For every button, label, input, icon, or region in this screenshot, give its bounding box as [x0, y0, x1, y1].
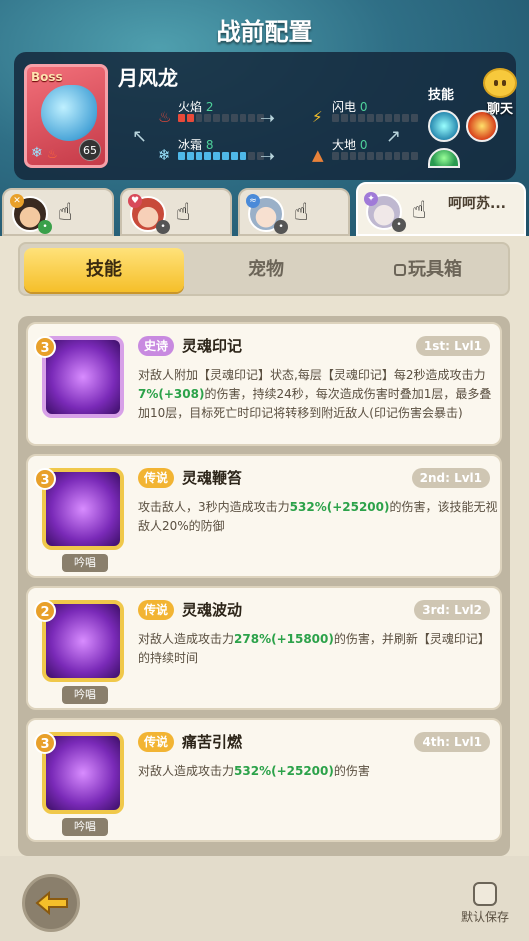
skill-level-badge: 3: [34, 732, 56, 754]
skill-level-badge: 2: [34, 600, 56, 622]
skill-card-2[interactable]: 3 吟唱 传说 灵魂鞭笞 2nd: Lvl1 攻击敌人，3秒内造成攻击力532%…: [26, 454, 502, 578]
status-badge-icon: •: [38, 220, 52, 234]
skill-level-badge: 3: [34, 468, 56, 490]
skill-name: 灵魂印记: [182, 337, 243, 355]
skill-list[interactable]: 3 史诗 灵魂印记 1st: Lvl1 对敌人附加【灵魂印记】状态,每层【灵魂印…: [18, 316, 510, 856]
boss-panel: Boss ❄ ♨ 65 月风龙 ♨ 火焰 2 ⚡ 闪电 0 ❄ 冰霜 8 ▲ 大…: [14, 52, 516, 180]
spirit-badge-icon: ✦: [364, 192, 378, 206]
boss-tag: Boss: [31, 70, 63, 84]
boss-skills-label: 技能: [428, 88, 455, 103]
checkbox[interactable]: [473, 882, 497, 906]
team-selector: ✕ • ☝ ♥ • ☝ ≈ • ☝ ✦ • ☝ 呵呵苏...: [0, 182, 529, 236]
boss-skill-icon-1[interactable]: [428, 110, 460, 142]
skill-slot: 4th: Lvl1: [414, 732, 490, 752]
frost-icon: ❄: [158, 146, 171, 164]
boss-skill-icon-3[interactable]: [428, 148, 460, 168]
boss-portrait[interactable]: Boss ❄ ♨ 65: [24, 64, 108, 168]
lock-icon: [394, 264, 406, 276]
tab-toybox[interactable]: 玩具箱: [348, 248, 508, 292]
rarity-tag: 传说: [138, 468, 175, 488]
smiley-icon: [483, 68, 517, 98]
hand-pointer-icon: ☝: [58, 198, 73, 226]
hand-pointer-icon: ☝: [412, 196, 427, 224]
chant-tag: 吟唱: [62, 818, 108, 836]
status-badge-icon: •: [156, 220, 170, 234]
skill-description: 对敌人造成攻击力532%(+25200)的伤害: [138, 764, 370, 778]
back-arrow-icon: [35, 891, 68, 915]
skill-description: 对敌人附加【灵魂印记】状态,每层【灵魂印记】每2秒造成攻击力7%(+308)的伤…: [138, 368, 492, 420]
rarity-tag: 传说: [138, 732, 175, 752]
skill-name: 灵魂波动: [182, 601, 243, 619]
back-button[interactable]: [22, 874, 80, 932]
cycle-arrow-icon: ↗: [386, 126, 402, 147]
stat-frost-label: 冰霜: [178, 138, 203, 152]
chant-tag: 吟唱: [62, 554, 108, 572]
hero-tab-2[interactable]: ♥ • ☝: [120, 188, 232, 236]
rarity-tag: 传说: [138, 600, 175, 620]
hero-chat-text: 呵呵苏...: [448, 196, 506, 212]
fire-element-icon: ♨: [47, 147, 58, 161]
ice-element-icon: ❄: [31, 145, 43, 161]
footer-bar: 默认保存: [0, 856, 529, 941]
tab-skills[interactable]: 技能: [24, 248, 184, 292]
lightning-icon: ⚡: [312, 108, 323, 126]
earth-icon: ▲: [312, 146, 324, 164]
status-badge-icon: •: [392, 218, 406, 232]
cycle-arrow-icon: ➝: [260, 146, 276, 167]
page-title: 战前配置: [216, 18, 313, 46]
water-badge-icon: ≈: [246, 194, 260, 208]
chat-label: 聊天: [486, 102, 513, 117]
hand-pointer-icon: ☝: [176, 198, 191, 226]
skill-description: 攻击敌人，3秒内造成攻击力532%(+25200)的伤害，该技能无视敌人20%的…: [138, 500, 498, 533]
chat-button[interactable]: 聊天: [477, 68, 523, 117]
hand-pointer-icon: ☝: [294, 198, 309, 226]
skill-name: 灵魂鞭笞: [182, 469, 243, 487]
chant-tag: 吟唱: [62, 686, 108, 704]
cycle-arrow-icon: ↖: [132, 126, 148, 147]
stat-earth-bar: [332, 152, 418, 160]
cycle-arrow-icon: ➝: [260, 108, 276, 129]
stat-fire-value: 2: [205, 100, 214, 114]
skill-level-badge: 3: [34, 336, 56, 358]
stat-lightning-bar: [332, 114, 418, 122]
skill-slot: 1st: Lvl1: [415, 336, 490, 356]
fire-badge-icon: ✕: [10, 194, 24, 208]
stat-fire-label: 火焰: [178, 100, 203, 114]
hero-tab-1[interactable]: ✕ • ☝: [2, 188, 114, 236]
stat-earth-value: 0: [359, 138, 368, 152]
skill-name: 痛苦引燃: [182, 733, 243, 751]
skill-slot: 3rd: Lvl2: [414, 600, 490, 620]
stat-lightning-label: 闪电: [332, 100, 357, 114]
tab-bar: 技能 宠物 玩具箱: [18, 242, 510, 296]
stat-lightning-value: 0: [359, 100, 368, 114]
rarity-tag: 史诗: [138, 336, 175, 356]
skill-card-4[interactable]: 3 吟唱 传说 痛苦引燃 4th: Lvl1 对敌人造成攻击力532%(+252…: [26, 718, 502, 842]
stat-frost-value: 8: [205, 138, 214, 152]
hero-tab-3[interactable]: ≈ • ☝: [238, 188, 350, 236]
tab-pets[interactable]: 宠物: [186, 248, 346, 292]
skill-card-3[interactable]: 2 吟唱 传说 灵魂波动 3rd: Lvl2 对敌人造成攻击力278%(+158…: [26, 586, 502, 710]
skill-card-1[interactable]: 3 史诗 灵魂印记 1st: Lvl1 对敌人附加【灵魂印记】状态,每层【灵魂印…: [26, 322, 502, 446]
default-save-label: 默认保存: [460, 910, 509, 924]
stat-frost-bar: [178, 152, 264, 160]
dragon-icon: [41, 85, 97, 141]
default-save-toggle[interactable]: 默认保存: [455, 882, 515, 925]
status-badge-icon: •: [274, 220, 288, 234]
tab-toybox-label: 玩具箱: [408, 259, 462, 280]
skill-slot: 2nd: Lvl1: [411, 468, 490, 488]
stat-fire-bar: [178, 114, 264, 122]
boss-name: 月风龙: [118, 66, 178, 90]
stat-earth-label: 大地: [332, 138, 357, 152]
hero-tab-4[interactable]: ✦ • ☝ 呵呵苏...: [356, 182, 526, 236]
fire-icon: ♨: [158, 108, 172, 126]
heart-badge-icon: ♥: [128, 194, 142, 208]
skill-description: 对敌人造成攻击力278%(+15800)的伤害，并刷新【灵魂印记】的持续时间: [138, 632, 490, 665]
main-panel: 技能 宠物 玩具箱 3 史诗 灵魂印记 1st: Lvl1 对敌人附加【灵魂印记…: [0, 236, 529, 941]
boss-level: 65: [79, 139, 101, 161]
